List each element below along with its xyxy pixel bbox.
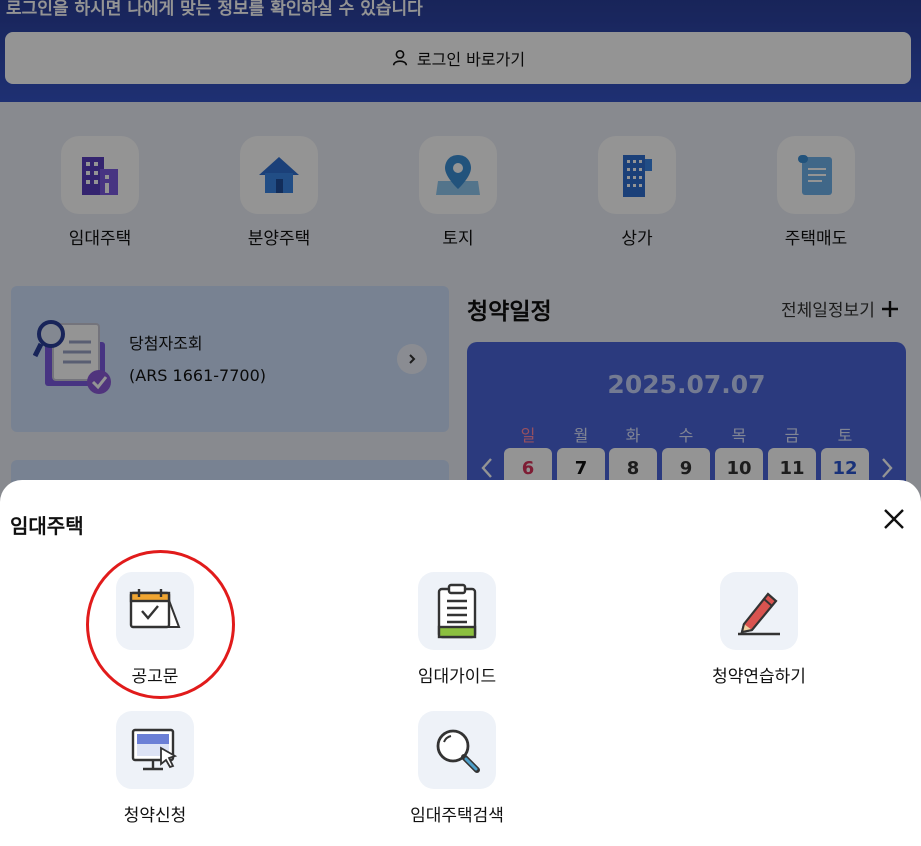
pencil-icon bbox=[720, 572, 798, 650]
menu-label: 공고문 bbox=[131, 667, 179, 687]
rental-housing-sheet: 임대주택 공고문 임대가이드 청약연습하기 청약신청 임대주택검색 bbox=[0, 480, 921, 846]
menu-item-announcement[interactable]: 공고문 bbox=[55, 572, 255, 687]
close-icon[interactable] bbox=[879, 504, 909, 534]
menu-label: 청약신청 bbox=[123, 806, 187, 826]
sheet-title: 임대주택 bbox=[10, 514, 84, 538]
menu-label: 청약연습하기 bbox=[712, 667, 806, 687]
menu-item-rental-search[interactable]: 임대주택검색 bbox=[357, 711, 557, 826]
menu-item-rental-guide[interactable]: 임대가이드 bbox=[357, 572, 557, 687]
menu-label: 임대가이드 bbox=[417, 667, 497, 687]
menu-item-application-practice[interactable]: 청약연습하기 bbox=[659, 572, 859, 687]
menu-item-application[interactable]: 청약신청 bbox=[55, 711, 255, 826]
monitor-click-icon bbox=[116, 711, 194, 789]
magnifier-icon bbox=[418, 711, 496, 789]
clipboard-icon bbox=[418, 572, 496, 650]
calendar-check-icon bbox=[116, 572, 194, 650]
menu-label: 임대주택검색 bbox=[410, 806, 504, 826]
